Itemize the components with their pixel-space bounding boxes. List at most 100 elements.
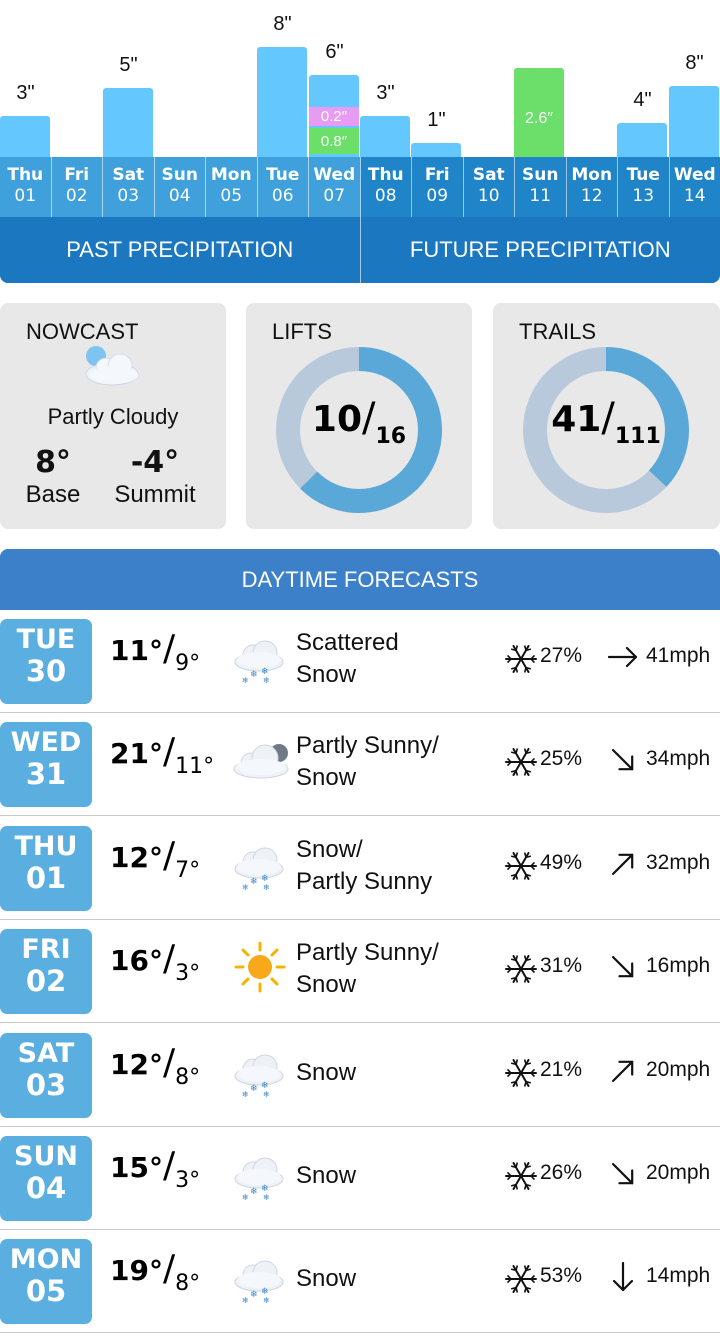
lifts-title: LIFTS — [272, 319, 332, 344]
precip-day-date: 09 — [426, 186, 449, 206]
precip-day-date: 10 — [477, 186, 500, 206]
partly-cloudy-icon — [85, 346, 139, 386]
precip-day-name: Thu — [7, 165, 44, 185]
lifts-open-count: 10 — [311, 399, 362, 440]
precip-day-date: 07 — [323, 186, 346, 206]
precip-day-name: Thu — [367, 165, 404, 185]
precip-bar: 2.6″ — [514, 68, 564, 157]
precip-day-fri-02[interactable]: Fri 02 — [51, 157, 103, 217]
forecast-condition-line-1: Partly Sunny/ — [296, 939, 439, 967]
wind-direction-arrow-icon — [606, 640, 640, 678]
daytime-forecasts-header[interactable]: DAYTIME FORECASTS — [0, 549, 720, 610]
precip-day-tue-13[interactable]: Tue 13 — [618, 157, 670, 217]
forecast-temperature: 11°/9° — [110, 628, 200, 676]
forecast-day-number: 05 — [25, 1274, 67, 1309]
past-precipitation-tab[interactable]: PAST PRECIPITATION — [0, 217, 361, 283]
precip-bar-label: 3" — [376, 82, 395, 104]
forecast-day-number: 30 — [25, 654, 67, 688]
precip-bar — [0, 116, 50, 157]
precip-day-date: 02 — [65, 186, 88, 206]
precip-day-name: Tue — [266, 165, 300, 185]
precip-day-mon-05[interactable]: Mon 05 — [206, 157, 258, 217]
forecast-day-of-week: WED — [10, 727, 82, 759]
precip-bar — [257, 47, 307, 157]
svg-text:❄: ❄ — [242, 676, 249, 684]
precip-day-fri-09[interactable]: Fri 09 — [412, 157, 464, 217]
precip-day-name: Wed — [673, 165, 716, 185]
snowflake-icon — [504, 1056, 538, 1094]
precip-bar-segment: 0.2″ — [309, 107, 359, 126]
precip-day-date: 06 — [271, 186, 294, 206]
precip-day-tue-06[interactable]: Tue 06 — [257, 157, 309, 217]
precipitation-tabs: PAST PRECIPITATION FUTURE PRECIPITATION — [0, 217, 720, 283]
forecast-day-badge: TUE 30 — [0, 619, 92, 704]
forecast-high-temp: 12° — [110, 1047, 163, 1081]
forecast-high-temp: 16° — [110, 944, 163, 978]
forecast-row[interactable]: FRI 02 16°/3° Partly Sunny/Snow 31% 16mph — [0, 920, 720, 1024]
precip-day-mon-12[interactable]: Mon 12 — [566, 157, 618, 217]
forecast-low-temp: 3° — [175, 961, 201, 987]
wind-speed: 34mph — [646, 747, 711, 771]
forecast-condition-line-1: Snow — [296, 1162, 357, 1189]
forecast-row[interactable]: MON 05 19°/8° ❄ ❄ ❄ ❄ Snow 53% 14mph — [0, 1230, 720, 1334]
forecast-day-badge: SAT 03 — [0, 1032, 92, 1118]
forecast-high-temp: 12° — [110, 840, 163, 874]
forecast-condition-line-1: Partly Sunny/ — [296, 732, 439, 760]
forecast-row[interactable]: THU 01 12°/7° ❄ ❄ ❄ ❄ Snow/Partly Sunny 49% 32mph — [0, 817, 720, 920]
forecast-condition-line-1: Snow — [296, 1265, 357, 1293]
summit-temperature: -4° Summit — [104, 446, 206, 510]
precip-day-sat-10[interactable]: Sat 10 — [463, 157, 515, 217]
precip-day-date: 08 — [374, 186, 397, 206]
future-precipitation-tab[interactable]: FUTURE PRECIPITATION — [360, 217, 720, 283]
precip-day-thu-08[interactable]: Thu 08 — [360, 157, 412, 217]
precip-day-wed-07[interactable]: Wed 07 — [309, 157, 361, 217]
precip-bar — [411, 143, 461, 157]
summit-temp-label: Summit — [114, 481, 196, 508]
forecast-row[interactable]: WED 31 21°/11° Partly Sunny/Snow 25% 34mph — [0, 713, 720, 817]
precip-day-sat-03[interactable]: Sat 03 — [103, 157, 155, 217]
svg-text:❄: ❄ — [250, 670, 258, 680]
forecast-row[interactable]: TUE 30 11°/9° ❄ ❄ ❄ ❄ Scattered Snow 27% 41mph — [0, 610, 720, 713]
forecast-condition: Scattered Snow — [296, 624, 486, 694]
temp-separator: / — [162, 1041, 176, 1083]
svg-text:❄: ❄ — [250, 1187, 258, 1197]
forecast-row[interactable]: SAT 03 12°/8° ❄ ❄ ❄ ❄ Snow 21% 20mph — [0, 1024, 720, 1127]
nowcast-condition: Partly Cloudy — [47, 404, 179, 429]
snow-chance: 53% — [540, 1264, 583, 1288]
svg-text:❄: ❄ — [242, 883, 249, 891]
forecast-low-temp: 9° — [175, 651, 201, 676]
base-temp-label: Base — [25, 481, 81, 508]
snowflake-icon — [504, 642, 538, 680]
forecast-low-temp: 8° — [175, 1271, 201, 1297]
forecast-high-temp: 19° — [110, 1254, 163, 1288]
precip-bar-label: 8" — [685, 52, 704, 74]
temp-separator: / — [162, 1145, 176, 1186]
snow-chance: 26% — [540, 1161, 583, 1184]
wind-speed: 16mph — [646, 954, 711, 978]
precip-day-sun-04[interactable]: Sun 04 — [154, 157, 206, 217]
precip-day-sun-11[interactable]: Sun 11 — [515, 157, 567, 217]
precip-day-name: Sun — [522, 165, 559, 185]
forecast-condition: Snow — [296, 1244, 486, 1314]
wind-direction-arrow-icon — [606, 1157, 640, 1195]
wind-direction-arrow-icon — [606, 1260, 640, 1298]
forecast-day-badge: MON 05 — [0, 1239, 92, 1325]
snowflake-icon — [504, 952, 538, 990]
precip-day-name: Sat — [472, 165, 505, 185]
temp-separator: / — [162, 628, 176, 669]
snow-cloud-icon: ❄ ❄ ❄ ❄ — [233, 845, 285, 895]
svg-text:❄: ❄ — [242, 1090, 249, 1098]
lifts-total-count: 16 — [375, 424, 407, 449]
precip-day-date: 04 — [168, 186, 191, 206]
forecast-row[interactable]: SUN 04 15°/3° ❄ ❄ ❄ ❄ Snow 26% 20mph — [0, 1127, 720, 1230]
snow-cloud-icon: ❄ ❄ ❄ ❄ — [233, 1258, 285, 1308]
precip-day-name: Wed — [313, 165, 356, 185]
forecast-day-of-week: TUE — [16, 624, 76, 655]
svg-text:❄: ❄ — [263, 1296, 270, 1304]
forecast-temperature: 21°/11° — [110, 731, 214, 779]
base-temp-value: 8° — [35, 445, 71, 480]
precip-day-thu-01[interactable]: Thu 01 — [0, 157, 52, 217]
precip-day-date: 14 — [683, 186, 706, 206]
snowflake-icon — [504, 1159, 538, 1197]
precip-day-wed-14[interactable]: Wed 14 — [669, 157, 720, 217]
